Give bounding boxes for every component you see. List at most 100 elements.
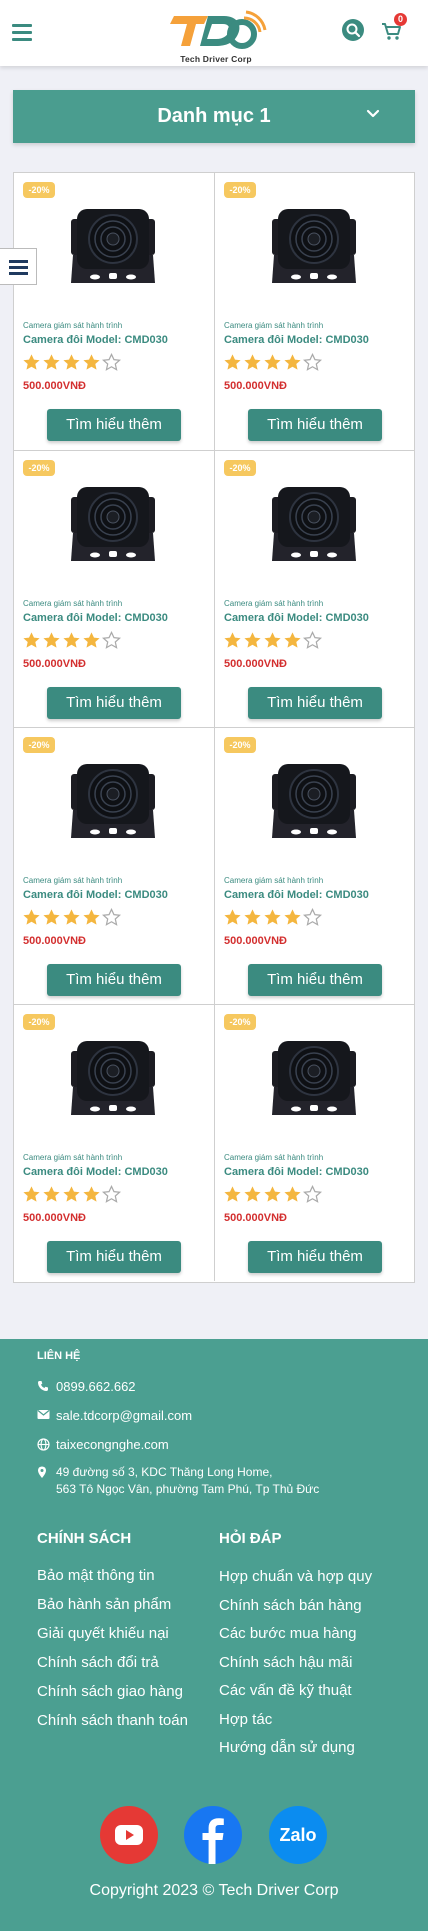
learn-more-button[interactable]: Tìm hiểu thêm bbox=[47, 409, 181, 441]
faq-link[interactable]: Chính sách hậu mãi bbox=[219, 1654, 352, 1671]
product-card[interactable]: -20% Camera giám sát hành trình Camera đ… bbox=[14, 450, 214, 727]
policy-link[interactable]: Giải quyết khiếu nại bbox=[37, 1625, 169, 1642]
star-filled-icon bbox=[63, 354, 80, 370]
star-filled-icon bbox=[224, 1186, 241, 1202]
product-image bbox=[71, 764, 155, 838]
website-text: taixecongnghe.com bbox=[56, 1437, 169, 1452]
product-category[interactable]: Camera giám sát hành trình bbox=[224, 321, 323, 330]
star-filled-icon bbox=[83, 354, 100, 370]
product-card[interactable]: -20% Camera giám sát hành trình Camera đ… bbox=[14, 727, 214, 1004]
learn-more-button[interactable]: Tìm hiểu thêm bbox=[248, 409, 382, 441]
star-empty-icon bbox=[102, 908, 121, 926]
address-line-2: 563 Tô Ngọc Vân, phường Tam Phú, Tp Thủ … bbox=[56, 1482, 320, 1496]
facebook-link[interactable] bbox=[184, 1806, 242, 1864]
star-filled-icon bbox=[43, 909, 60, 925]
star-filled-icon bbox=[63, 909, 80, 925]
cart-button[interactable]: 0 bbox=[380, 13, 407, 42]
star-filled-icon bbox=[23, 354, 40, 370]
product-image bbox=[71, 487, 155, 561]
star-empty-icon bbox=[102, 631, 121, 649]
star-filled-icon bbox=[244, 632, 261, 648]
learn-more-button[interactable]: Tìm hiểu thêm bbox=[47, 1241, 181, 1273]
product-category[interactable]: Camera giám sát hành trình bbox=[23, 876, 122, 885]
brand-logo[interactable]: Tech Driver Corp bbox=[164, 6, 268, 64]
faq-link[interactable]: Hướng dẫn sử dụng bbox=[219, 1739, 355, 1756]
zalo-link[interactable]: Zalo bbox=[269, 1806, 327, 1864]
star-filled-icon bbox=[224, 354, 241, 370]
discount-badge: -20% bbox=[23, 737, 55, 753]
product-name[interactable]: Camera đôi Model: CMD030 bbox=[224, 334, 369, 346]
product-rating bbox=[22, 353, 122, 373]
discount-badge: -20% bbox=[224, 460, 256, 476]
product-card[interactable]: -20% Camera giám sát hành trình Camera đ… bbox=[14, 173, 214, 450]
policy-link[interactable]: Chính sách đổi trả bbox=[37, 1654, 159, 1671]
site-header: Tech Driver Corp 0 bbox=[0, 0, 428, 66]
product-price: 500.000VNĐ bbox=[224, 658, 287, 670]
policy-link[interactable]: Chính sách thanh toán bbox=[37, 1712, 188, 1729]
star-filled-icon bbox=[83, 909, 100, 925]
product-category[interactable]: Camera giám sát hành trình bbox=[224, 876, 323, 885]
discount-badge: -20% bbox=[224, 1014, 256, 1030]
search-icon bbox=[346, 23, 361, 38]
product-card[interactable]: -20% Camera giám sát hành trình Camera đ… bbox=[214, 727, 414, 1004]
category-title: Danh mục 1 bbox=[157, 105, 271, 127]
star-filled-icon bbox=[43, 1186, 60, 1202]
star-filled-icon bbox=[63, 632, 80, 648]
product-rating bbox=[22, 1185, 122, 1205]
learn-more-button[interactable]: Tìm hiểu thêm bbox=[248, 964, 382, 996]
faq-link[interactable]: Các vấn đề kỹ thuật bbox=[219, 1682, 352, 1699]
product-price: 500.000VNĐ bbox=[23, 658, 86, 670]
product-name[interactable]: Camera đôi Model: CMD030 bbox=[224, 889, 369, 901]
product-name[interactable]: Camera đôi Model: CMD030 bbox=[23, 889, 168, 901]
product-price: 500.000VNĐ bbox=[224, 380, 287, 392]
product-name[interactable]: Camera đôi Model: CMD030 bbox=[224, 1166, 369, 1178]
policy-link[interactable]: Chính sách giao hàng bbox=[37, 1683, 183, 1700]
category-dropdown[interactable]: Danh mục 1 bbox=[13, 90, 415, 143]
learn-more-button[interactable]: Tìm hiểu thêm bbox=[47, 964, 181, 996]
learn-more-button[interactable]: Tìm hiểu thêm bbox=[248, 1241, 382, 1273]
product-name[interactable]: Camera đôi Model: CMD030 bbox=[23, 334, 168, 346]
star-empty-icon bbox=[303, 353, 322, 371]
star-filled-icon bbox=[284, 354, 301, 370]
product-name[interactable]: Camera đôi Model: CMD030 bbox=[23, 612, 168, 624]
policy-title: CHÍNH SÁCH bbox=[37, 1530, 132, 1547]
product-category[interactable]: Camera giám sát hành trình bbox=[224, 599, 323, 608]
star-empty-icon bbox=[102, 353, 121, 371]
star-filled-icon bbox=[284, 909, 301, 925]
mail-icon bbox=[37, 1410, 50, 1419]
policy-link[interactable]: Bảo mật thông tin bbox=[37, 1567, 155, 1584]
cart-count-badge: 0 bbox=[394, 13, 407, 26]
product-rating bbox=[223, 1185, 323, 1205]
star-filled-icon bbox=[63, 1186, 80, 1202]
product-category[interactable]: Camera giám sát hành trình bbox=[23, 599, 122, 608]
product-category[interactable]: Camera giám sát hành trình bbox=[23, 1153, 122, 1162]
faq-link[interactable]: Hợp chuẩn và hợp quy bbox=[219, 1568, 372, 1585]
product-card[interactable]: -20% Camera giám sát hành trình Camera đ… bbox=[214, 173, 414, 450]
star-filled-icon bbox=[244, 354, 261, 370]
product-name[interactable]: Camera đôi Model: CMD030 bbox=[23, 1166, 168, 1178]
menu-icon[interactable] bbox=[12, 24, 32, 42]
product-category[interactable]: Camera giám sát hành trình bbox=[23, 321, 122, 330]
product-name[interactable]: Camera đôi Model: CMD030 bbox=[224, 612, 369, 624]
youtube-link[interactable] bbox=[100, 1806, 158, 1864]
product-card[interactable]: -20% Camera giám sát hành trình Camera đ… bbox=[214, 450, 414, 727]
product-rating bbox=[22, 908, 122, 928]
product-card[interactable]: -20% Camera giám sát hành trình Camera đ… bbox=[14, 1004, 214, 1281]
star-filled-icon bbox=[224, 632, 241, 648]
faq-link[interactable]: Chính sách bán hàng bbox=[219, 1597, 362, 1614]
product-grid: -20% Camera giám sát hành trình Camera đ… bbox=[13, 172, 415, 1283]
discount-badge: -20% bbox=[224, 737, 256, 753]
star-filled-icon bbox=[23, 909, 40, 925]
search-button[interactable] bbox=[342, 19, 364, 41]
star-filled-icon bbox=[224, 909, 241, 925]
faq-link[interactable]: Hợp tác bbox=[219, 1711, 272, 1728]
product-card[interactable]: -20% Camera giám sát hành trình Camera đ… bbox=[214, 1004, 414, 1281]
policy-link[interactable]: Bảo hành sản phẩm bbox=[37, 1596, 171, 1613]
faq-title: HỎI ĐÁP bbox=[219, 1530, 282, 1547]
product-image bbox=[71, 1041, 155, 1115]
product-category[interactable]: Camera giám sát hành trình bbox=[224, 1153, 323, 1162]
learn-more-button[interactable]: Tìm hiểu thêm bbox=[47, 687, 181, 719]
learn-more-button[interactable]: Tìm hiểu thêm bbox=[248, 687, 382, 719]
side-menu-toggle[interactable] bbox=[0, 248, 37, 285]
faq-link[interactable]: Các bước mua hàng bbox=[219, 1625, 356, 1642]
